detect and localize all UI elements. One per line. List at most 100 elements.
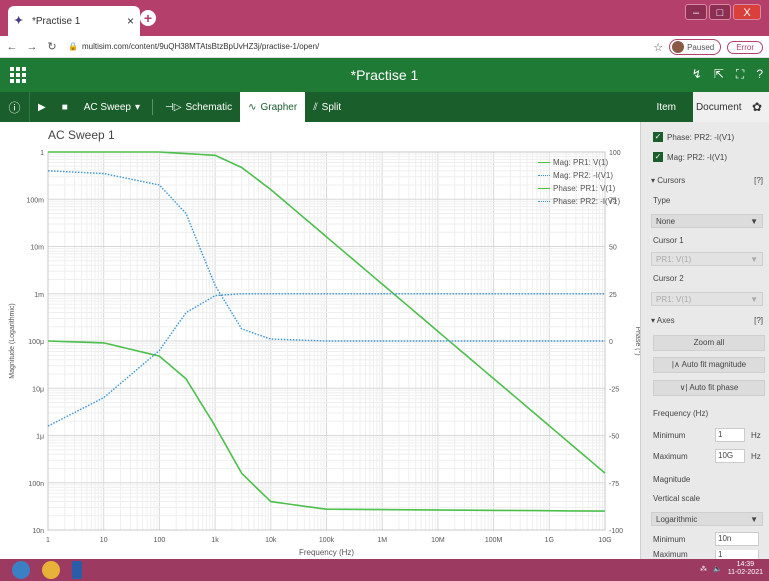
forward-icon[interactable]: → [24, 41, 40, 53]
cursor2-select[interactable]: PR1: V(1) ▼ [651, 292, 763, 306]
legend-item[interactable]: Phase: PR2: -I(V1) [538, 195, 620, 208]
cursor2-label: Cursor 2 [653, 274, 684, 283]
check-mag-pr2[interactable]: ✓ Mag: PR2: -I(V1) [653, 152, 727, 162]
y-right-tick-label: -25 [609, 386, 619, 393]
cursors-section-header[interactable]: ▾ Cursors [?] [651, 176, 763, 185]
gear-icon[interactable]: ✿ [745, 92, 769, 122]
legend-swatch [538, 175, 550, 176]
y-right-tick-label: 25 [609, 292, 617, 299]
analysis-dropdown[interactable]: AC Sweep ▾ [76, 92, 148, 122]
y-left-axis-label: Magnitude (Logarithmic) [9, 303, 16, 378]
maximize-button[interactable]: □ [709, 4, 731, 20]
grapher-label: Grapher [260, 101, 298, 113]
properties-panel: ✓ Phase: PR2: -I(V1) ✓ Mag: PR2: -I(V1) … [640, 122, 769, 559]
clock-time: 14:39 [736, 561, 755, 568]
mag-max-row: Maximum 1 [653, 550, 765, 559]
error-button[interactable]: Error [727, 40, 763, 54]
x-tick-label: 1 [46, 537, 50, 544]
axes-title: Axes [656, 316, 675, 325]
vertical-scale-label: Vertical scale [653, 494, 701, 503]
browser-tab[interactable]: ✦ *Practise 1 × [8, 6, 140, 36]
back-icon[interactable]: ← [4, 41, 20, 53]
start-icon[interactable] [12, 561, 30, 579]
dropdown-arrow-icon: ▼ [750, 514, 758, 524]
stop-button[interactable]: ■ [54, 92, 76, 122]
mag-min-label: Minimum [653, 534, 686, 544]
dropdown-arrow-icon: ▼ [750, 216, 758, 226]
type-value: None [656, 216, 676, 226]
mag-max-label: Maximum [653, 550, 688, 559]
right-panel-tabs: Item Document ✿ [640, 92, 769, 122]
system-tray: ⁂ 🔈 14:39 11-02-2021 [700, 561, 763, 577]
fullscreen-icon[interactable]: ⛶ [736, 67, 744, 82]
tab-document[interactable]: Document [693, 92, 746, 122]
check-label: Phase: PR2: -I(V1) [667, 132, 735, 142]
mag-max-input[interactable]: 1 [715, 550, 759, 559]
autofit-magnitude-button[interactable]: |∧ Auto fit magnitude [653, 357, 765, 373]
y-left-tick-label: 100μ [28, 339, 44, 346]
info-icon[interactable]: ⓘ [0, 92, 30, 122]
schematic-icon: ⊣▷ [165, 101, 182, 113]
tab-item[interactable]: Item [640, 92, 693, 122]
chrome-icon[interactable] [42, 561, 60, 579]
x-tick-label: 1M [377, 537, 387, 544]
type-label: Type [653, 196, 671, 205]
tab-close-icon[interactable]: × [127, 14, 134, 28]
x-tick-label: 1k [211, 537, 219, 544]
legend-label: Mag: PR2: -I(V1) [553, 171, 614, 180]
freq-min-input[interactable]: 1 [715, 428, 745, 442]
zoom-all-button[interactable]: Zoom all [653, 335, 765, 351]
legend-item[interactable]: Mag: PR2: -I(V1) [538, 169, 620, 182]
y-left-tick-label: 100m [26, 197, 44, 204]
check-phase-pr2[interactable]: ✓ Phase: PR2: -I(V1) [653, 132, 734, 142]
vertical-scale-select[interactable]: Logarithmic ▼ [651, 512, 763, 526]
tab-grapher[interactable]: ∿ Grapher [240, 92, 306, 122]
profile-button[interactable]: Paused [669, 39, 722, 55]
network-icon: ⁂ [699, 566, 707, 573]
mag-min-input[interactable]: 10n [715, 532, 759, 546]
app-header: *Practise 1 ↯ ⇱ ⛶ ? [0, 58, 769, 92]
legend-swatch [538, 201, 550, 202]
legend-item[interactable]: Phase: PR1: V(1) [538, 182, 620, 195]
legend-item[interactable]: Mag: PR1: V(1) [538, 156, 620, 169]
minimize-button[interactable]: – [685, 4, 707, 20]
x-tick-label: 100k [319, 537, 335, 544]
reload-icon[interactable]: ↻ [44, 40, 60, 53]
bookmark-star-icon[interactable]: ☆ [653, 41, 663, 54]
help-link[interactable]: [?] [754, 316, 763, 325]
y-right-tick-label: 0 [609, 339, 613, 346]
y-left-tick-label: 1μ [36, 434, 44, 441]
x-tick-label: 10M [431, 537, 445, 544]
axes-section-header[interactable]: ▾ Axes [?] [651, 316, 763, 325]
autofit-phase-button[interactable]: ∨| Auto fit phase [653, 380, 765, 396]
x-tick-label: 10 [100, 537, 108, 544]
tab-schematic[interactable]: ⊣▷ Schematic [157, 92, 240, 122]
type-select[interactable]: None ▼ [651, 214, 763, 228]
help-icon[interactable]: ? [756, 67, 763, 82]
new-tab-button[interactable]: + [140, 10, 156, 26]
multisim-favicon-icon: ✦ [14, 15, 24, 27]
share-icon[interactable]: ↯ [692, 67, 702, 82]
magnitude-label: Magnitude [653, 475, 691, 484]
grapher-panel: AC Sweep 1 1 10 100 1k 10k 100k 1M 10M 100M 1G 10G… [0, 122, 640, 559]
x-tick-label: 100M [485, 537, 503, 544]
grapher-icon: ∿ [248, 101, 257, 113]
close-window-button[interactable]: X [733, 4, 761, 20]
help-link[interactable]: [?] [754, 176, 763, 185]
legend-label: Phase: PR2: -I(V1) [553, 197, 621, 206]
x-tick-label: 100 [154, 537, 166, 544]
cursor1-select[interactable]: PR1: V(1) ▼ [651, 252, 763, 266]
toolbar: ⓘ ▶ ■ AC Sweep ▾ ⊣▷ Schematic ∿ Grapher … [0, 92, 640, 122]
address-bar: ← → ↻ 🔒 multisim.com/content/9uQH38MTAts… [0, 36, 769, 58]
y-left-tick-label: 1m [34, 292, 44, 299]
freq-min-label: Minimum [653, 430, 686, 440]
app-icon[interactable] [72, 561, 82, 579]
run-button[interactable]: ▶ [30, 92, 54, 122]
cursors-title: Cursors [657, 176, 686, 185]
tab-split[interactable]: ⫽ Split [305, 92, 349, 122]
url-field[interactable]: 🔒 multisim.com/content/9uQH38MTAtsBtzBpU… [68, 42, 319, 51]
freq-max-input[interactable]: 10G [715, 449, 745, 463]
export-icon[interactable]: ⇱ [714, 67, 724, 82]
check-label: Mag: PR2: -I(V1) [667, 152, 728, 162]
cursor1-value: PR1: V(1) [656, 254, 692, 264]
